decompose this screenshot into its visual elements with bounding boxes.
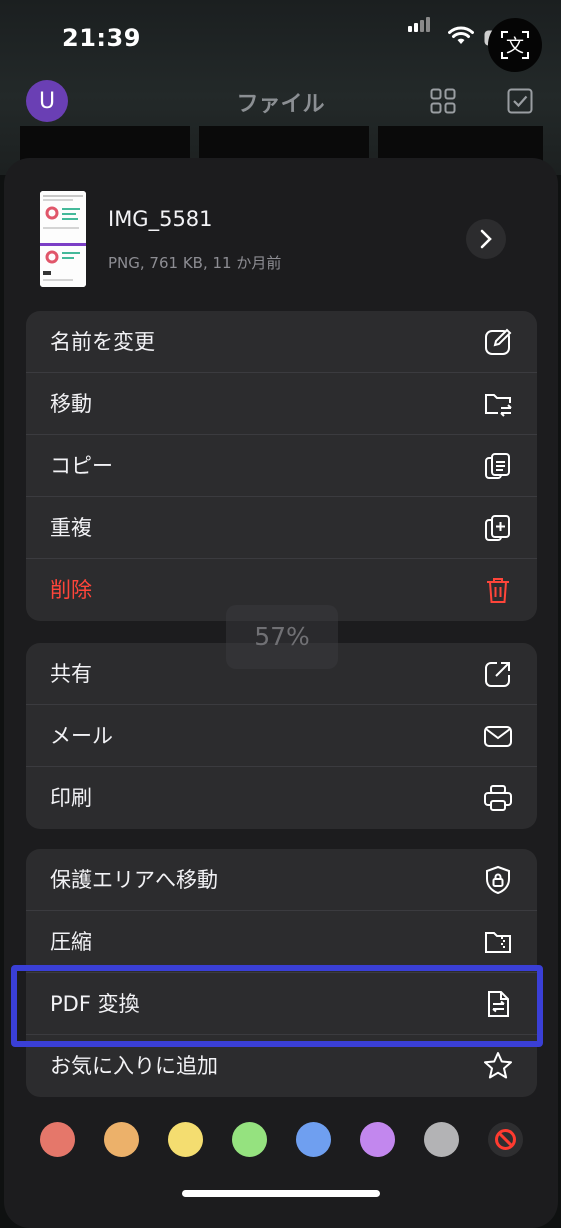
copy-icon <box>485 453 510 479</box>
secure-area-label: 保護エリアへ移動 <box>50 868 218 892</box>
duplicate-label: 重複 <box>50 516 92 540</box>
edit-icon <box>485 328 512 355</box>
move-folder-icon <box>485 394 512 417</box>
shield-lock-icon <box>486 865 510 895</box>
color-tag-yellow[interactable] <box>168 1122 203 1157</box>
print-label: 印刷 <box>50 786 92 810</box>
star-icon <box>484 1052 512 1079</box>
move-row[interactable]: 移動 <box>26 373 537 435</box>
file-details-button[interactable] <box>466 219 506 259</box>
move-label: 移動 <box>50 392 92 416</box>
compress-row[interactable]: 圧縮 <box>26 911 537 973</box>
print-row[interactable]: 印刷 <box>26 767 537 829</box>
secure-area-row[interactable]: 保護エリアへ移動 <box>26 849 537 911</box>
file-name: IMG_5581 <box>108 207 213 231</box>
file-actions-group: 名前を変更 移動 コピー 重複 削除 <box>26 311 537 621</box>
rename-row[interactable]: 名前を変更 <box>26 311 537 373</box>
color-tag-red[interactable] <box>40 1122 75 1157</box>
delete-label: 削除 <box>50 578 92 602</box>
copy-label: コピー <box>50 454 113 478</box>
color-tag-purple[interactable] <box>360 1122 395 1157</box>
file-meta: PNG, 761 KB, 11 か月前 <box>108 254 282 272</box>
page-title: ファイル <box>236 92 325 117</box>
printer-icon <box>484 785 512 811</box>
compress-label: 圧縮 <box>50 930 92 954</box>
progress-indicator: 57% <box>226 605 338 669</box>
translate-button[interactable]: 文 <box>488 18 542 72</box>
duplicate-icon <box>485 515 510 541</box>
trash-icon <box>487 578 509 603</box>
zip-folder-icon <box>485 932 511 953</box>
mail-row[interactable]: メール <box>26 705 537 767</box>
checkbox-icon[interactable] <box>507 88 533 114</box>
status-time: 21:39 <box>62 24 141 52</box>
color-tag-green[interactable] <box>232 1122 267 1157</box>
mail-icon <box>484 726 512 747</box>
share-icon <box>485 662 510 687</box>
share-actions-group: 共有 メール 印刷 <box>26 643 537 829</box>
file-thumbnail <box>40 191 86 287</box>
no-color-button[interactable] <box>488 1122 523 1157</box>
color-tag-orange[interactable] <box>104 1122 139 1157</box>
no-color-icon <box>495 1129 516 1150</box>
share-label: 共有 <box>50 662 92 686</box>
color-tag-blue[interactable] <box>296 1122 331 1157</box>
color-tag-gray[interactable] <box>424 1122 459 1157</box>
rename-label: 名前を変更 <box>50 330 155 354</box>
translate-icon: 文 <box>501 31 529 59</box>
copy-row[interactable]: コピー <box>26 435 537 497</box>
chevron-right-icon <box>480 229 492 249</box>
translate-char: 文 <box>506 36 524 57</box>
mail-label: メール <box>50 724 113 748</box>
grid-icon[interactable] <box>430 88 456 114</box>
duplicate-row[interactable]: 重複 <box>26 497 537 559</box>
wifi-icon <box>448 26 474 44</box>
color-tag-row <box>0 1122 561 1158</box>
pdf-convert-highlight <box>11 965 543 1047</box>
home-indicator <box>182 1190 380 1197</box>
